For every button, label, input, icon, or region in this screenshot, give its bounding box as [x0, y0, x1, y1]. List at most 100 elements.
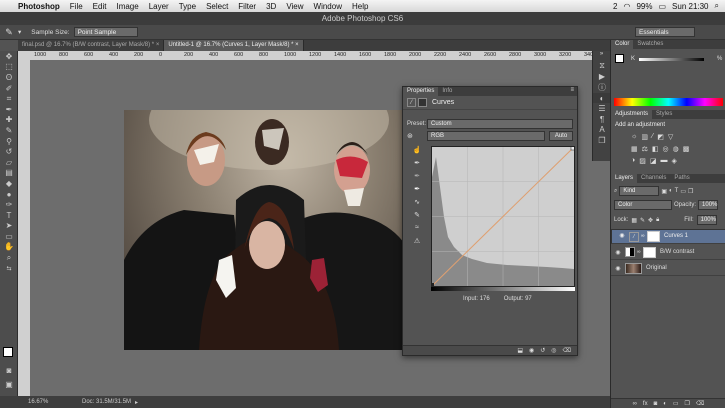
gradient-map-icon[interactable]: ▬	[660, 157, 667, 165]
sample-black-icon[interactable]: ✒	[409, 159, 425, 172]
menu-file[interactable]: File	[70, 2, 83, 11]
lock-all-icon[interactable]: 🔒︎	[656, 217, 659, 224]
edit-points-icon[interactable]: ∿	[409, 198, 425, 211]
brightness-icon[interactable]: ☼	[631, 133, 637, 141]
layer-mask-thumbnail[interactable]	[647, 231, 660, 242]
pen-tool-icon[interactable]: ✑	[0, 199, 18, 210]
menu-select[interactable]: Select	[206, 2, 228, 11]
status-menu-arrow-icon[interactable]: ▸	[135, 399, 138, 406]
channel-icon[interactable]: ⊛	[407, 132, 427, 140]
actions-panel-icon[interactable]: ▶	[593, 72, 611, 83]
black-white-icon[interactable]: ◧	[652, 145, 659, 153]
lock-position-icon[interactable]: ✥	[648, 217, 653, 224]
clip-to-layer-icon[interactable]: ⬓	[517, 347, 523, 354]
paragraph-panel-icon[interactable]: ¶	[593, 114, 611, 125]
layer-thumbnail[interactable]	[625, 262, 642, 274]
channel-mixer-icon[interactable]: ◍	[673, 145, 679, 153]
layer-name[interactable]: B/W contrast	[660, 249, 694, 255]
new-group-icon[interactable]: ▭	[673, 400, 679, 407]
battery-level[interactable]: 99%	[636, 2, 652, 11]
color-balance-icon[interactable]: ⚖	[642, 145, 648, 153]
screen-mode-icon[interactable]: ▣	[0, 379, 18, 390]
tab-untitled[interactable]: Untitled-1 @ 16.7% (Curves 1, Layer Mask…	[164, 40, 304, 51]
tool-preset-arrow-icon[interactable]: ▾	[18, 28, 21, 36]
vibrance-icon[interactable]: ▽	[668, 133, 673, 141]
menu-image[interactable]: Image	[116, 2, 138, 11]
layer-row[interactable]: ◉ ⁄ ∞ Curves 1	[611, 229, 725, 244]
preset-select[interactable]: Custom	[427, 119, 573, 129]
type-tool-icon[interactable]: T	[0, 210, 18, 221]
layer-name[interactable]: Curves 1	[664, 232, 688, 241]
delete-layer-icon[interactable]: ⌫	[696, 400, 704, 407]
curves-icon[interactable]: ⁄	[652, 133, 653, 141]
color-fg-swatch[interactable]	[615, 54, 624, 63]
crop-tool-icon[interactable]: ⌗	[0, 93, 18, 104]
view-previous-icon[interactable]: ◉	[529, 347, 534, 354]
tab-paths[interactable]: Paths	[670, 174, 693, 183]
properties-panel-icon[interactable]: ☰	[593, 103, 611, 114]
tab-adjustments[interactable]: Adjustments	[611, 110, 653, 119]
color-ramp[interactable]	[614, 98, 723, 106]
visibility-icon[interactable]: ◎	[551, 347, 556, 354]
menu-filter[interactable]: Filter	[238, 2, 256, 11]
filter-pixel-icon[interactable]: ▣	[661, 188, 667, 195]
filter-adjust-icon[interactable]: ◐	[669, 188, 673, 194]
output-value[interactable]: 97	[525, 296, 532, 302]
layer-row[interactable]: ◉ Original	[611, 261, 725, 276]
battery-icon[interactable]: ▭	[658, 2, 666, 11]
menu-help[interactable]: Help	[352, 2, 368, 11]
zoom-level[interactable]: 16.67%	[0, 399, 58, 405]
doc-size[interactable]: Doc: 31.5M/31.5M	[82, 399, 131, 405]
fill-input[interactable]: 100%	[696, 215, 717, 225]
layer-row[interactable]: ◉ ∞ B/W contrast	[611, 245, 725, 260]
curves-adjustment-icon[interactable]: ⁄	[407, 98, 416, 107]
adjustments-panel-icon[interactable]: ◐	[593, 92, 611, 104]
sample-size-select[interactable]: Point Sample	[73, 27, 138, 37]
tab-final[interactable]: final.psd @ 16.7% (B/W contrast, Layer M…	[18, 40, 165, 51]
input-slider[interactable]	[431, 287, 575, 291]
visibility-eye-icon[interactable]: ◉	[611, 265, 625, 272]
search-icon[interactable]: ⌕	[715, 1, 719, 11]
marquee-tool-icon[interactable]: ⬚	[0, 62, 18, 73]
exposure-icon[interactable]: ◩	[657, 133, 664, 141]
hue-saturation-icon[interactable]: ▦	[631, 145, 638, 153]
notification-count[interactable]: 2	[613, 2, 617, 11]
path-select-tool-icon[interactable]: ➤	[0, 221, 18, 232]
posterize-icon[interactable]: ▨	[639, 157, 646, 165]
hand-tool-icon[interactable]: ✋	[0, 242, 18, 253]
curves-graph[interactable]	[431, 146, 575, 287]
new-layer-icon[interactable]: ❐	[685, 400, 690, 407]
tab-swatches[interactable]: Swatches	[633, 40, 667, 49]
channel-select[interactable]: RGB	[427, 131, 545, 141]
menu-window[interactable]: Window	[314, 2, 342, 11]
input-value[interactable]: 176	[480, 296, 490, 302]
black-point-handle[interactable]	[432, 283, 434, 286]
character-panel-icon[interactable]: A	[593, 125, 611, 136]
layer-mask-thumbnail[interactable]	[643, 246, 656, 258]
menu-3d[interactable]: 3D	[266, 2, 276, 11]
lock-pixels-icon[interactable]: ✎	[640, 217, 645, 224]
photo-filter-icon[interactable]: ◎	[663, 145, 669, 153]
k-slider[interactable]	[639, 58, 704, 61]
tab-info[interactable]: Info	[438, 87, 456, 96]
sample-white-icon[interactable]: ✒	[409, 185, 425, 198]
link-layers-icon[interactable]: ∞	[633, 401, 637, 407]
delete-icon[interactable]: ⌫	[563, 347, 571, 354]
new-adjustment-icon[interactable]: ◐	[663, 401, 667, 407]
healing-brush-tool-icon[interactable]: ✚	[0, 115, 18, 126]
eyedropper-tool-icon[interactable]: ✒	[0, 104, 18, 115]
levels-icon[interactable]: ▥	[641, 133, 648, 141]
visibility-eye-icon[interactable]: ◉	[611, 249, 625, 256]
smooth-icon[interactable]: ≈	[409, 224, 425, 237]
tab-properties[interactable]: Properties	[403, 87, 439, 96]
threshold-icon[interactable]: ◪	[650, 157, 657, 165]
selective-color-icon[interactable]: ◈	[671, 157, 676, 165]
close-icon[interactable]: ×	[295, 42, 299, 48]
invert-icon[interactable]: ◑	[631, 157, 635, 165]
filter-smart-icon[interactable]: ❐	[688, 188, 693, 195]
info-panel-icon[interactable]: ⓘ	[593, 82, 611, 93]
reset-icon[interactable]: ↺	[540, 347, 545, 354]
auto-button[interactable]: Auto	[549, 131, 573, 141]
close-icon[interactable]: ×	[156, 42, 160, 48]
eyedropper-tool-icon[interactable]: ✎	[0, 27, 18, 38]
